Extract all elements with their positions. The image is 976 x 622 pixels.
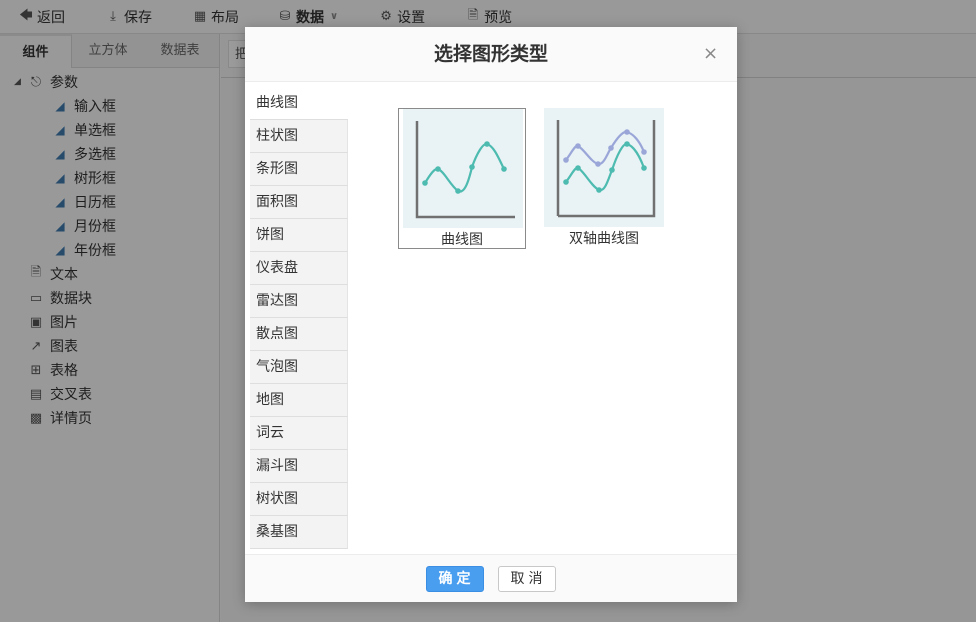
curve-chart-icon [415, 121, 515, 219]
type-item-bubble[interactable]: 气泡图 [250, 351, 348, 384]
type-item-map[interactable]: 地图 [250, 384, 348, 417]
chart-card-label: 双轴曲线图 [569, 231, 639, 247]
chart-card-dual-axis-curve[interactable]: 双轴曲线图 [540, 108, 668, 249]
type-item-column[interactable]: 柱状图 [250, 120, 348, 153]
type-item-funnel[interactable]: 漏斗图 [250, 450, 348, 483]
curve-chart-thumbnail [403, 109, 523, 228]
chart-card-label: 曲线图 [441, 232, 483, 248]
dialog-footer: 确定 取消 [245, 554, 737, 602]
type-item-treemap[interactable]: 树状图 [250, 483, 348, 516]
type-item-gauge[interactable]: 仪表盘 [250, 252, 348, 285]
type-item-bar[interactable]: 条形图 [250, 153, 348, 186]
type-item-curve[interactable]: 曲线图 [250, 87, 348, 120]
type-item-sankey[interactable]: 桑基图 [250, 516, 348, 549]
dialog-header: 选择图形类型 × [245, 27, 737, 82]
type-item-scatter[interactable]: 散点图 [250, 318, 348, 351]
type-item-radar[interactable]: 雷达图 [250, 285, 348, 318]
chart-type-list: 曲线图 柱状图 条形图 面积图 饼图 仪表盘 雷达图 散点图 气泡图 地图 词云… [250, 87, 348, 549]
chart-card-curve[interactable]: 曲线图 [398, 108, 526, 249]
type-item-area[interactable]: 面积图 [250, 186, 348, 219]
dual-axis-chart-thumbnail [544, 108, 664, 227]
type-item-wordcloud[interactable]: 词云 [250, 417, 348, 450]
close-icon[interactable]: × [703, 45, 718, 63]
cancel-button[interactable]: 取消 [498, 566, 556, 592]
dialog-title: 选择图形类型 [433, 43, 548, 65]
type-item-pie[interactable]: 饼图 [250, 219, 348, 252]
confirm-button[interactable]: 确定 [426, 566, 484, 592]
chart-variant-area: 曲线图 双轴曲线图 [348, 87, 737, 549]
dual-axis-curve-chart-icon [556, 120, 656, 218]
chart-type-dialog: 选择图形类型 × 曲线图 柱状图 条形图 面积图 饼图 仪表盘 雷达图 散点图 … [245, 27, 737, 602]
